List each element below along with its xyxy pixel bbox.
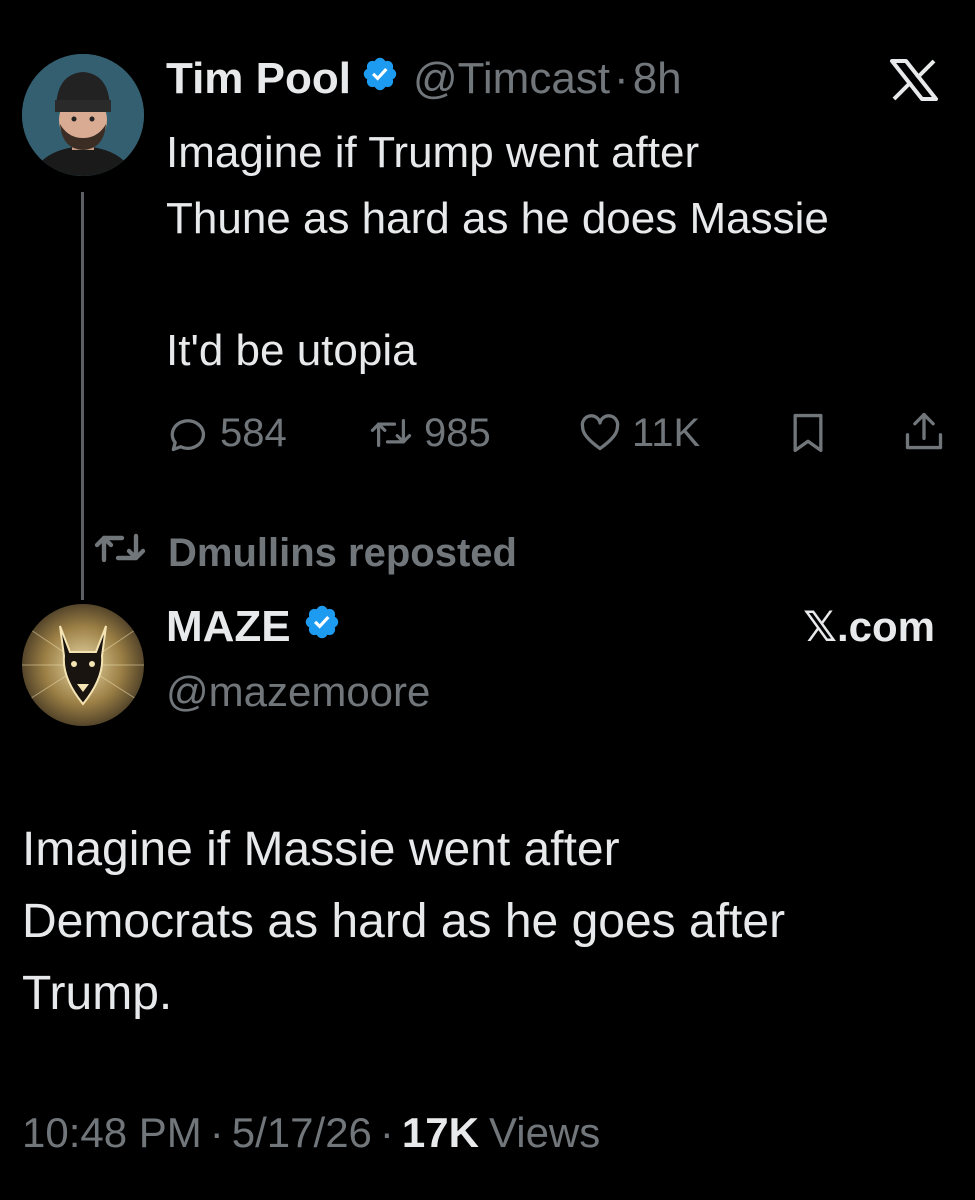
separator-dot: · xyxy=(209,1109,224,1156)
views-count: 17K xyxy=(401,1109,479,1156)
tweet-text-line: Trump. xyxy=(22,967,173,1020)
time-ago[interactable]: 8h xyxy=(633,54,682,104)
x-logo-icon[interactable] xyxy=(888,58,940,102)
quoted-tweet-header: Tim Pool @Timcast · 8h xyxy=(166,52,682,106)
reply-count: 584 xyxy=(220,410,287,455)
verified-badge-icon xyxy=(303,602,341,652)
tweet-text-line: Imagine if Massie went after xyxy=(22,823,620,876)
handle[interactable]: @Timcast xyxy=(413,54,610,104)
source-label[interactable]: 𝕏.com xyxy=(760,602,935,651)
thread-line xyxy=(81,192,84,600)
repost-banner: Dmullins reposted xyxy=(92,528,517,578)
bookmark-icon[interactable] xyxy=(788,411,828,460)
repost-button[interactable]: 985 xyxy=(368,408,491,458)
share-icon[interactable] xyxy=(902,409,946,460)
author-name[interactable]: MAZE xyxy=(166,602,291,652)
like-icon xyxy=(578,411,622,455)
main-tweet-header: MAZE xyxy=(166,600,341,654)
quoted-tweet-text: Imagine if Trump went after Thune as har… xyxy=(166,120,829,384)
views-label: Views xyxy=(488,1109,601,1156)
avatar-timpool[interactable] xyxy=(22,54,144,176)
like-button[interactable]: 11K xyxy=(578,408,700,458)
repost-icon xyxy=(92,528,150,578)
repost-banner-text[interactable]: Dmullins reposted xyxy=(168,531,517,576)
reply-icon xyxy=(166,411,210,455)
separator-dot: · xyxy=(614,54,629,103)
like-count: 11K xyxy=(632,410,701,455)
tweet-meta: 10:48 PM · 5/17/26 · 17K Views xyxy=(22,1106,600,1160)
repost-count: 985 xyxy=(424,410,491,455)
separator-dot: · xyxy=(379,1109,394,1156)
reply-button[interactable]: 584 xyxy=(166,408,287,458)
handle[interactable]: @mazemoore xyxy=(166,668,430,716)
tweet-text-line: Imagine if Trump went after xyxy=(166,128,700,177)
timestamp[interactable]: 10:48 PM xyxy=(22,1109,202,1157)
repost-icon xyxy=(368,411,414,455)
avatar-maze[interactable] xyxy=(22,604,144,726)
tweet-text-line: It'd be utopia xyxy=(166,326,417,375)
main-tweet-text: Imagine if Massie went after Democrats a… xyxy=(22,814,785,1030)
verified-badge-icon xyxy=(361,54,399,104)
tweet-text-line: Thune as hard as he does Massie xyxy=(166,194,829,243)
date[interactable]: 5/17/26 xyxy=(232,1109,372,1157)
author-name[interactable]: Tim Pool xyxy=(166,54,351,104)
tweet-text-line: Democrats as hard as he goes after xyxy=(22,895,786,948)
